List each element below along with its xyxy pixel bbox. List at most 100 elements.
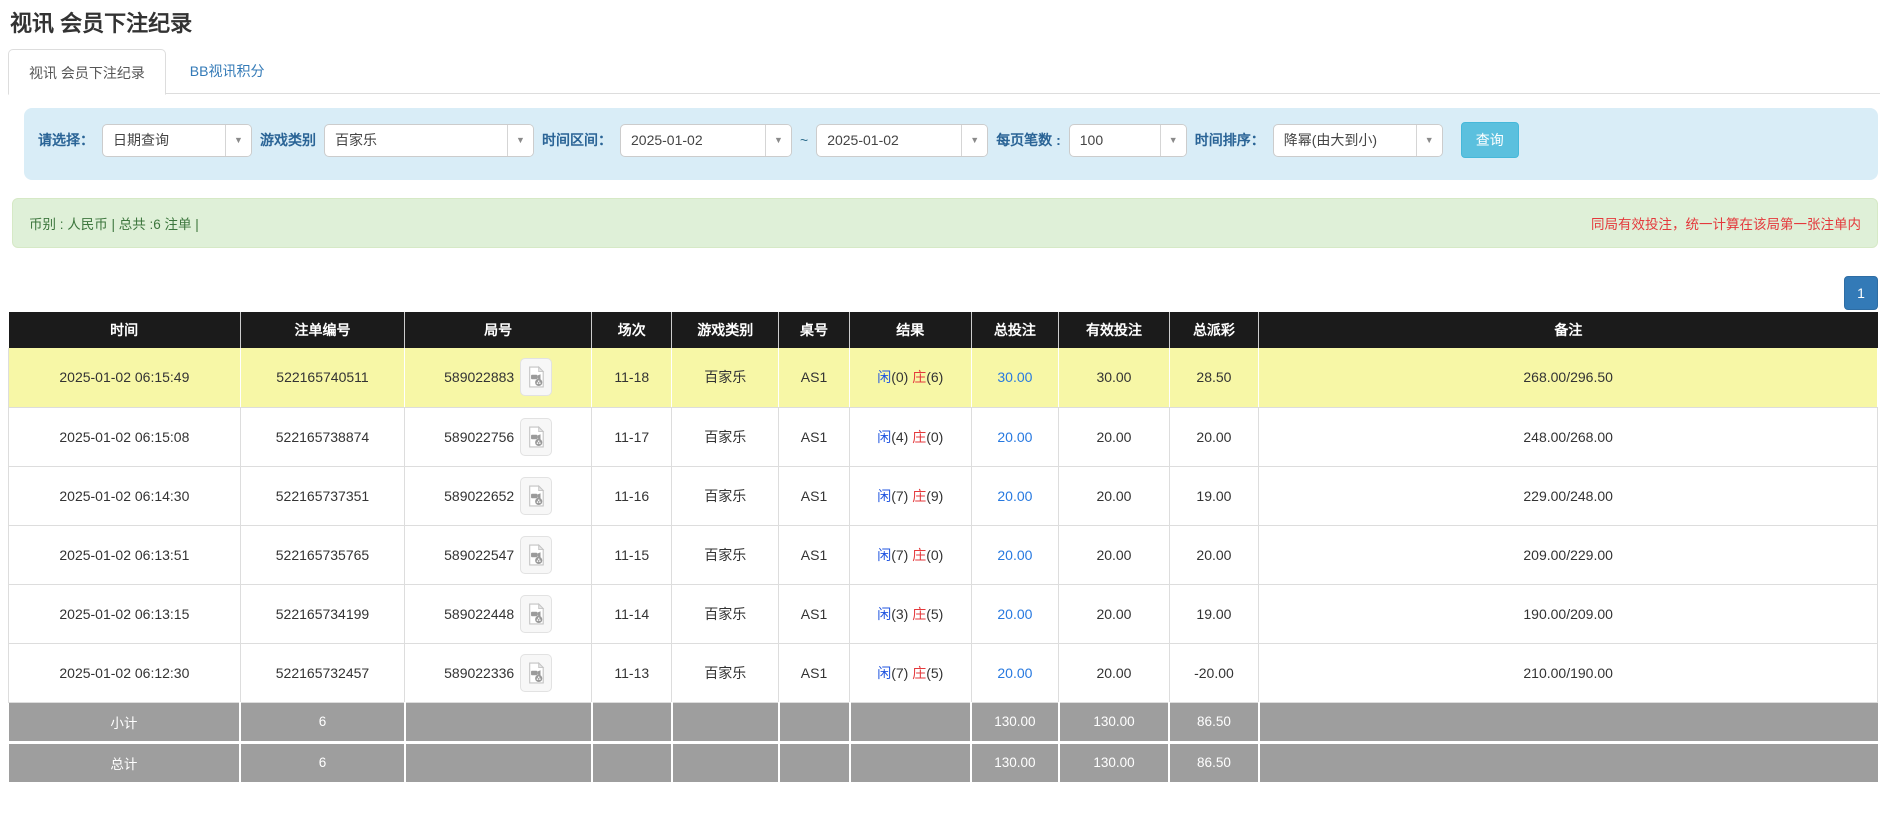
summary-row-label: 小计: [9, 702, 241, 742]
result-player-label: 闲: [877, 369, 891, 385]
cell-payout: 19.00: [1169, 466, 1259, 525]
game-type-label: 游戏类别: [260, 130, 316, 150]
query-type-value: 日期查询: [103, 125, 225, 156]
cell-session: 11-18: [592, 348, 672, 407]
cell-result: 闲(7) 庄(0): [850, 525, 971, 584]
total-bet-link[interactable]: 20.00: [997, 606, 1032, 622]
cell-total-bet: 20.00: [971, 643, 1059, 702]
cell-bet-id: 522165732457: [240, 643, 404, 702]
total-bet-link[interactable]: 30.00: [997, 369, 1032, 385]
date-from-dropdown[interactable]: 2025-01-02 ▼: [620, 124, 792, 157]
video-playback-button[interactable]: [520, 595, 552, 633]
result-banker-label: 庄: [912, 606, 926, 622]
sort-dropdown[interactable]: 降幂(由大到小) ▼: [1273, 124, 1443, 157]
result-player-label: 闲: [877, 665, 891, 681]
header-valid-bet: 有效投注: [1059, 312, 1169, 348]
header-game-type: 游戏类别: [672, 312, 779, 348]
cell-payout: -20.00: [1169, 643, 1259, 702]
chevron-down-icon: ▼: [507, 125, 533, 156]
header-result: 结果: [850, 312, 971, 348]
cell-payout: 19.00: [1169, 584, 1259, 643]
cell-round: 589022756: [405, 407, 592, 466]
summary-empty-cell: [1259, 702, 1878, 742]
summary-row-label: 总计: [9, 742, 241, 782]
cell-payout: 20.00: [1169, 525, 1259, 584]
result-player-count: (3): [891, 606, 908, 622]
game-type-value: 百家乐: [325, 125, 507, 156]
result-player-count: (0): [891, 369, 908, 385]
table-row: 2025-01-02 06:15:49 522165740511 5890228…: [9, 348, 1878, 407]
video-playback-button[interactable]: [520, 418, 552, 456]
date-to-dropdown[interactable]: 2025-01-02 ▼: [816, 124, 988, 157]
pagination-page-1-button[interactable]: 1: [1844, 276, 1878, 310]
video-playback-button[interactable]: [520, 536, 552, 574]
video-playback-button[interactable]: [520, 358, 552, 396]
cell-bet-id: 522165738874: [240, 407, 404, 466]
summary-empty-cell: [592, 702, 672, 742]
tab-bb-points[interactable]: BB视讯积分: [170, 48, 285, 94]
cell-game-type: 百家乐: [672, 643, 779, 702]
total-bet-link[interactable]: 20.00: [997, 665, 1032, 681]
table-row: 2025-01-02 06:13:15 522165734199 5890224…: [9, 584, 1878, 643]
cell-game-type: 百家乐: [672, 407, 779, 466]
cell-table-no: AS1: [779, 466, 850, 525]
cell-bet-id: 522165740511: [240, 348, 404, 407]
cell-payout: 28.50: [1169, 348, 1259, 407]
query-type-dropdown[interactable]: 日期查询 ▼: [102, 124, 252, 157]
game-type-dropdown[interactable]: 百家乐 ▼: [324, 124, 534, 157]
round-number: 589022883: [444, 369, 514, 385]
summary-empty-cell: [779, 742, 850, 782]
video-playback-button[interactable]: [520, 477, 552, 515]
chevron-down-icon: ▼: [1416, 125, 1442, 156]
select-type-label: 请选择：: [38, 130, 94, 150]
cell-game-type: 百家乐: [672, 466, 779, 525]
per-page-dropdown[interactable]: 100 ▼: [1069, 124, 1187, 157]
sort-value: 降幂(由大到小): [1274, 125, 1416, 156]
cell-valid-bet: 20.00: [1059, 643, 1169, 702]
header-remark: 备注: [1259, 312, 1878, 348]
tab-records-label: 视讯 会员下注纪录: [29, 65, 145, 81]
summary-bet-count: 6: [240, 742, 404, 782]
summary-empty-cell: [779, 702, 850, 742]
summary-bar: 币别 : 人民币 | 总共 :6 注单 | 同局有效投注，统一计算在该局第一张注…: [12, 198, 1878, 248]
cell-round: 589022336: [405, 643, 592, 702]
header-payout: 总派彩: [1169, 312, 1259, 348]
video-film-icon: [527, 426, 545, 448]
table-row: 2025-01-02 06:15:08 522165738874 5890227…: [9, 407, 1878, 466]
cell-session: 11-14: [592, 584, 672, 643]
cell-table-no: AS1: [779, 584, 850, 643]
video-film-icon: [527, 366, 545, 388]
result-player-label: 闲: [877, 429, 891, 445]
round-number: 589022756: [444, 429, 514, 445]
search-button[interactable]: 查询: [1461, 122, 1519, 158]
result-banker-count: (9): [926, 488, 943, 504]
total-bet-link[interactable]: 20.00: [997, 547, 1032, 563]
summary-total-bet: 130.00: [971, 702, 1059, 742]
cell-remark: 209.00/229.00: [1259, 525, 1878, 584]
cell-bet-id: 522165735765: [240, 525, 404, 584]
result-player-count: (7): [891, 547, 908, 563]
total-bet-link[interactable]: 20.00: [997, 429, 1032, 445]
round-number: 589022336: [444, 665, 514, 681]
total-bet-link[interactable]: 20.00: [997, 488, 1032, 504]
header-session: 场次: [592, 312, 672, 348]
summary-valid-bet: 130.00: [1059, 702, 1169, 742]
cell-bet-id: 522165734199: [240, 584, 404, 643]
video-playback-button[interactable]: [520, 654, 552, 692]
currency-total-text: 币别 : 人民币 | 总共 :6 注单 |: [29, 213, 199, 233]
result-banker-count: (6): [926, 369, 943, 385]
tab-bb-points-label: BB视讯积分: [190, 63, 265, 79]
pagination-row: 1: [8, 248, 1880, 312]
cell-time: 2025-01-02 06:12:30: [9, 643, 241, 702]
summary-bet-count: 6: [240, 702, 404, 742]
table-row: 2025-01-02 06:14:30 522165737351 5890226…: [9, 466, 1878, 525]
cell-result: 闲(7) 庄(5): [850, 643, 971, 702]
cell-valid-bet: 20.00: [1059, 466, 1169, 525]
result-banker-count: (0): [926, 547, 943, 563]
result-player-label: 闲: [877, 606, 891, 622]
header-table-no: 桌号: [779, 312, 850, 348]
summary-empty-cell: [592, 742, 672, 782]
tab-records[interactable]: 视讯 会员下注纪录: [8, 49, 166, 95]
summary-row: 小计 6 130.00 130.00 86.50: [9, 702, 1878, 742]
filter-panel: 请选择： 日期查询 ▼ 游戏类别 百家乐 ▼ 时间区间： 2025-01-02 …: [24, 108, 1878, 180]
